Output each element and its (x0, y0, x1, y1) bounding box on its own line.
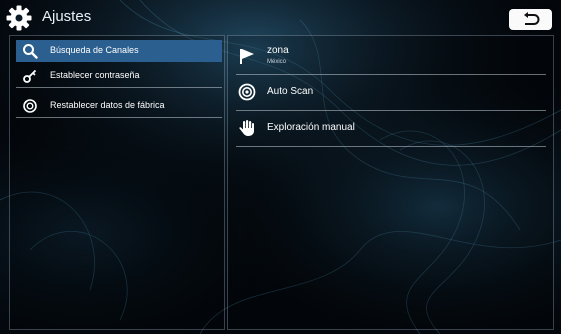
menu-item-factory-reset[interactable]: Restablecer datos de fábrica (16, 95, 222, 118)
gear-icon (6, 5, 32, 31)
page-title: Ajustes (42, 8, 92, 25)
target-icon (238, 83, 256, 101)
channel-search-options-panel: zona México Auto Scan Exploración manual (227, 35, 554, 330)
menu-item-label: Establecer contraseña (50, 70, 140, 80)
menu-item-channel-search[interactable]: Búsqueda de Canales (16, 40, 222, 62)
menu-item-label: Restablecer datos de fábrica (50, 100, 165, 110)
option-auto-scan[interactable]: Auto Scan (236, 74, 546, 111)
flag-icon (240, 49, 254, 64)
option-manual-scan[interactable]: Exploración manual (236, 110, 546, 147)
settings-category-panel: Búsqueda de Canales Establecer contraseñ… (9, 35, 225, 330)
back-button[interactable] (509, 9, 552, 30)
search-icon (23, 44, 38, 59)
option-zone[interactable]: zona México (236, 38, 546, 75)
key-icon (23, 69, 37, 83)
option-label: Exploración manual (267, 122, 355, 133)
reset-icon (23, 99, 37, 113)
menu-item-set-password[interactable]: Establecer contraseña (16, 65, 222, 88)
top-bar: Ajustes (0, 0, 561, 35)
option-value: México (267, 59, 287, 65)
option-label: zona (267, 45, 289, 56)
option-label: Auto Scan (267, 86, 314, 97)
back-arrow-icon (524, 12, 540, 25)
menu-item-label: Búsqueda de Canales (50, 45, 139, 55)
hand-icon (239, 120, 254, 136)
